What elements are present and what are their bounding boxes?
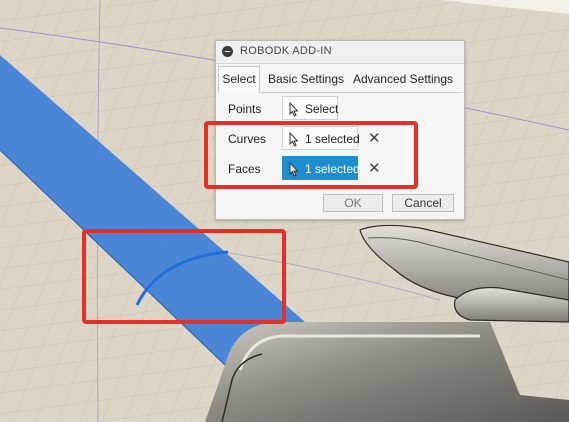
tab-basic-settings[interactable]: Basic Settings	[265, 66, 347, 93]
clear-faces-icon[interactable]: ✕	[368, 159, 381, 177]
tab-advanced-settings[interactable]: Advanced Settings	[350, 66, 456, 93]
robodk-addin-dialog: ROBODK ADD-IN Select Basic Settings Adva…	[215, 40, 465, 220]
ok-button[interactable]: OK	[323, 194, 383, 212]
curves-label: Curves	[228, 132, 267, 146]
faces-label: Faces	[228, 162, 261, 176]
points-label: Points	[228, 102, 262, 116]
cancel-button[interactable]: Cancel	[392, 194, 454, 212]
curves-select-button[interactable]: 1 selected	[282, 126, 360, 150]
clear-curves-icon[interactable]: ✕	[368, 129, 381, 147]
dialog-title-bar: ROBODK ADD-IN	[216, 41, 464, 64]
collapse-icon[interactable]	[222, 46, 233, 57]
dialog-title: ROBODK ADD-IN	[240, 45, 332, 57]
cursor-icon	[289, 161, 299, 185]
dialog-tabs: Select Basic Settings Advanced Settings	[218, 66, 462, 93]
cursor-icon	[289, 101, 299, 125]
cursor-icon	[289, 131, 299, 155]
tab-select[interactable]: Select	[218, 66, 260, 93]
points-select-button[interactable]: Select	[282, 96, 338, 120]
faces-select-button[interactable]: 1 selected	[282, 156, 360, 180]
